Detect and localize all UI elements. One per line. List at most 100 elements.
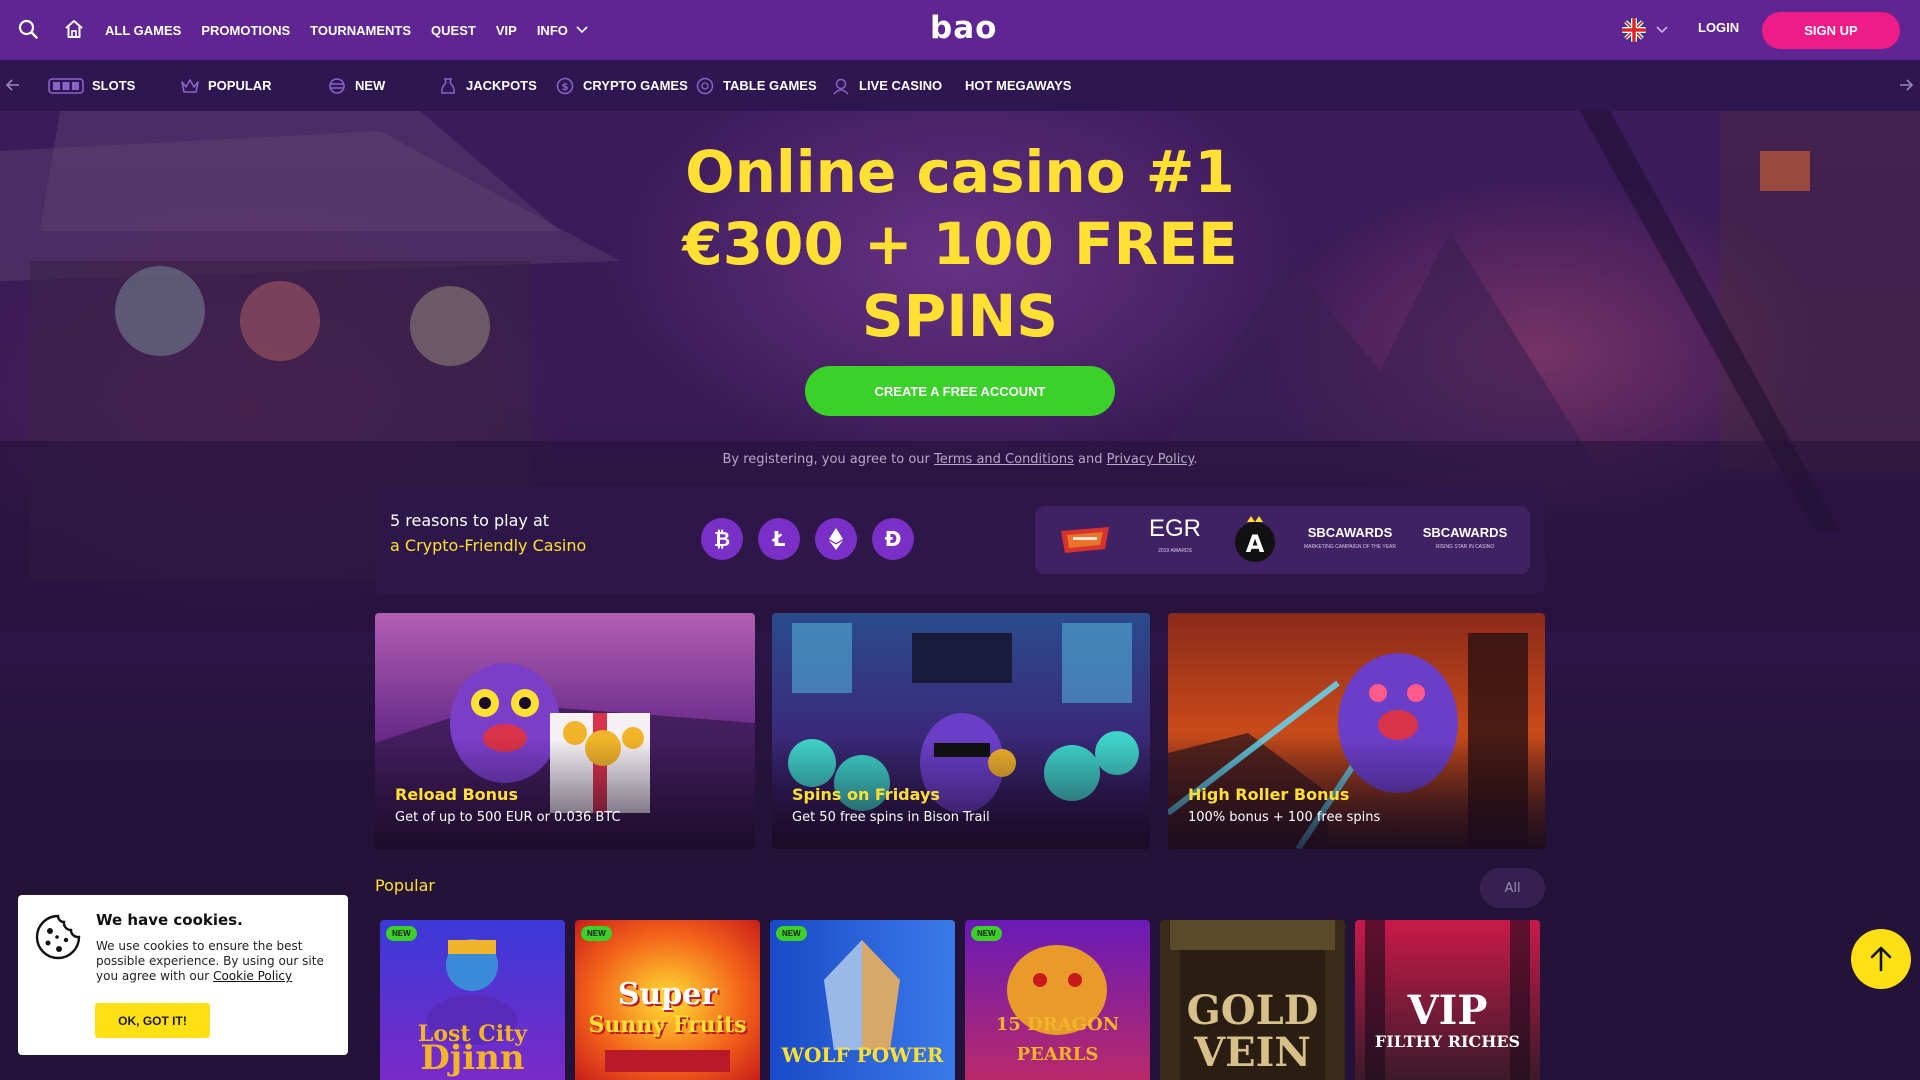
category-label: NEW bbox=[355, 78, 386, 93]
live-casino-icon bbox=[831, 76, 851, 96]
nav-quest[interactable]: QUEST bbox=[431, 23, 476, 38]
category-label: CRYPTO GAMES bbox=[583, 78, 688, 93]
chevron-down-icon bbox=[576, 26, 588, 34]
create-account-button[interactable]: CREATE A FREE ACCOUNT bbox=[805, 366, 1115, 416]
game-tile-gold-vein[interactable]: GOLD VEIN bbox=[1160, 920, 1345, 1080]
game-tile-super-sunny-fruits[interactable]: NEW Super Sunny Fruits bbox=[575, 920, 760, 1080]
arrow-up-icon bbox=[1870, 946, 1892, 972]
arrow-left-icon[interactable] bbox=[5, 77, 21, 93]
game-tile-lost-city-of-the-djinn[interactable]: NEW Lost City Djinn bbox=[380, 920, 565, 1080]
home-icon[interactable] bbox=[62, 17, 86, 41]
game-title-line2: FILTHY RICHES bbox=[1374, 1032, 1521, 1051]
cookie-accept-button[interactable]: OK, GOT IT! bbox=[95, 1003, 210, 1038]
category-popular[interactable]: POPULAR bbox=[180, 60, 272, 111]
brand-logo[interactable]: bao bbox=[930, 10, 997, 46]
popular-section-title: Popular bbox=[375, 876, 435, 895]
main-nav: ALL GAMES PROMOTIONS TOURNAMENTS QUEST V… bbox=[105, 0, 588, 60]
registration-legal-text: By registering, you agree to our Terms a… bbox=[600, 452, 1320, 467]
category-table-games[interactable]: TABLE GAMES bbox=[695, 60, 817, 111]
a-award-logo: A bbox=[1230, 506, 1280, 574]
promo-title: Spins on Fridays bbox=[792, 785, 940, 804]
hero-headline-line1: Online casino #1 bbox=[685, 138, 1235, 206]
award-main: SBCAWARDS bbox=[1422, 525, 1508, 540]
category-hot-megaways[interactable]: HOT MEGAWAYS bbox=[965, 60, 1071, 111]
cookie-title: We have cookies. bbox=[96, 911, 243, 929]
award-sub: RISING STAR IN CASINO bbox=[1435, 544, 1495, 550]
chevron-down-icon bbox=[1656, 26, 1668, 34]
search-icon[interactable] bbox=[16, 17, 40, 41]
nav-promotions[interactable]: PROMOTIONS bbox=[201, 23, 290, 38]
bitcoin-icon: ₿ bbox=[701, 518, 743, 560]
hero-headline-line2: €300 + 100 FREE bbox=[682, 210, 1238, 278]
game-tile-wolf-power[interactable]: NEW WOLF POWER bbox=[770, 920, 955, 1080]
new-badge: NEW bbox=[971, 926, 1002, 941]
promo-card-high-roller-bonus[interactable]: High Roller Bonus 100% bonus + 100 free … bbox=[1168, 613, 1545, 849]
award-sub: MARKETING CAMPAIGN OF THE YEAR bbox=[1304, 544, 1396, 550]
uk-flag-icon bbox=[1622, 18, 1646, 42]
nav-tournaments[interactable]: TOURNAMENTS bbox=[310, 23, 411, 38]
litecoin-icon: Ł bbox=[758, 518, 800, 560]
promo-card-spins-on-fridays[interactable]: Spins on Fridays Get 50 free spins in Bi… bbox=[772, 613, 1150, 849]
promo-card-reload-bonus[interactable]: Reload Bonus Get of up to 500 EUR or 0.0… bbox=[375, 613, 755, 849]
crown-icon bbox=[180, 76, 200, 96]
scroll-to-top-button[interactable] bbox=[1851, 929, 1911, 989]
nav-all-games[interactable]: ALL GAMES bbox=[105, 23, 181, 38]
game-title: 15 DRAGON PEARLS bbox=[965, 1010, 1150, 1070]
category-label: LIVE CASINO bbox=[859, 78, 943, 93]
arrow-right-icon[interactable] bbox=[1898, 77, 1914, 93]
legal-suffix: . bbox=[1193, 452, 1198, 467]
game-title: GOLD VEIN bbox=[1160, 990, 1345, 1074]
game-title-line1: GOLD bbox=[1186, 987, 1319, 1034]
category-label: JACKPOTS bbox=[466, 78, 537, 93]
reasons-title: 5 reasons to play at a Crypto-Friendly C… bbox=[390, 508, 586, 558]
new-badge: NEW bbox=[386, 926, 417, 941]
svg-text:Đ: Đ bbox=[885, 528, 902, 550]
language-selector[interactable] bbox=[1622, 18, 1668, 42]
category-jackpots[interactable]: JACKPOTS bbox=[438, 60, 537, 111]
game-title: WOLF POWER bbox=[770, 1040, 955, 1070]
game-title-line1: Super bbox=[617, 977, 718, 1012]
game-title: VIP FILTHY RICHES bbox=[1355, 990, 1540, 1052]
privacy-policy-link[interactable]: Privacy Policy bbox=[1107, 452, 1194, 467]
slots-icon bbox=[48, 76, 84, 96]
jackpot-icon bbox=[438, 76, 458, 96]
crypto-icon: $ bbox=[555, 76, 575, 96]
cookie-policy-link[interactable]: Cookie Policy bbox=[213, 969, 292, 983]
game-title-line2: WOLF POWER bbox=[781, 1043, 944, 1067]
category-slots[interactable]: SLOTS bbox=[48, 60, 135, 111]
game-title-line2: Sunny Fruits bbox=[588, 1012, 747, 1038]
sign-up-button[interactable]: SIGN UP bbox=[1762, 12, 1900, 49]
game-title: Lost City Djinn bbox=[380, 1022, 565, 1078]
game-tile-15-dragon-pearls[interactable]: NEW 15 DRAGON PEARLS bbox=[965, 920, 1150, 1080]
awards-strip: EGR 2019 AWARDS A SBCAWARDS MARKETING CA… bbox=[1035, 506, 1530, 574]
game-tile-vip-filthy-riches[interactable]: VIP FILTHY RICHES bbox=[1355, 920, 1540, 1080]
gamblers-award-logo bbox=[1055, 506, 1115, 574]
game-title-line2: VEIN bbox=[1194, 1029, 1311, 1076]
terms-link[interactable]: Terms and Conditions bbox=[934, 452, 1074, 467]
nav-vip[interactable]: VIP bbox=[496, 23, 517, 38]
promo-title: High Roller Bonus bbox=[1188, 785, 1350, 804]
top-navigation-bar: ALL GAMES PROMOTIONS TOURNAMENTS QUEST V… bbox=[0, 0, 1920, 60]
nav-info[interactable]: INFO bbox=[537, 23, 588, 38]
egr-award-logo: EGR 2019 AWARDS bbox=[1135, 506, 1215, 574]
new-badge: NEW bbox=[581, 926, 612, 941]
legal-and: and bbox=[1073, 452, 1107, 467]
category-new[interactable]: NEW bbox=[327, 60, 385, 111]
new-icon bbox=[327, 76, 347, 96]
cookie-text: We use cookies to ensure the best possib… bbox=[96, 939, 336, 984]
dogecoin-icon: Đ bbox=[872, 518, 914, 560]
category-label: HOT MEGAWAYS bbox=[965, 78, 1072, 93]
login-link[interactable]: LOGIN bbox=[1698, 20, 1739, 35]
view-all-button[interactable]: All bbox=[1480, 868, 1545, 908]
cookie-icon bbox=[35, 914, 81, 960]
cookie-consent-popup: We have cookies. We use cookies to ensur… bbox=[18, 895, 348, 1055]
ethereum-icon bbox=[815, 518, 857, 560]
promo-subtitle: Get of up to 500 EUR or 0.036 BTC bbox=[395, 810, 621, 825]
category-live-casino[interactable]: LIVE CASINO bbox=[831, 60, 942, 111]
category-crypto-games[interactable]: $ CRYPTO GAMES bbox=[555, 60, 688, 111]
hero-headline: Online casino #1 €300 + 100 FREE SPINS bbox=[660, 136, 1260, 352]
game-title-line2: Djinn bbox=[420, 1038, 525, 1078]
reasons-panel[interactable]: 5 reasons to play at a Crypto-Friendly C… bbox=[375, 486, 1545, 594]
award-main: EGR bbox=[1148, 515, 1201, 542]
category-label: SLOTS bbox=[92, 78, 136, 93]
